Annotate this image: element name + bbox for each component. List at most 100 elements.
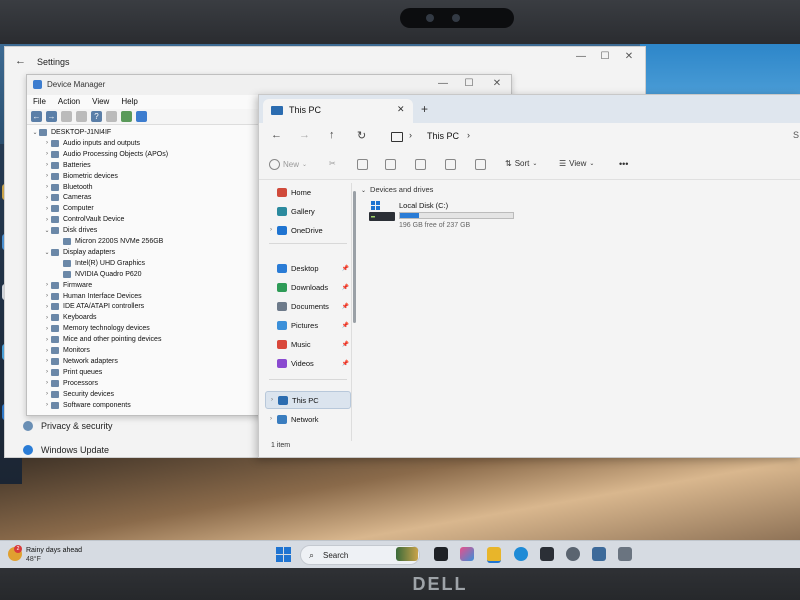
chevron-right-icon[interactable]: › bbox=[43, 348, 51, 354]
tree-category[interactable]: › Keyboards bbox=[43, 312, 96, 323]
menu-help[interactable]: Help bbox=[121, 95, 137, 109]
up-arrow-icon[interactable]: ↑ bbox=[329, 129, 335, 141]
chevron-right-icon[interactable]: › bbox=[43, 326, 51, 332]
maximize-button[interactable]: ☐ bbox=[459, 78, 479, 89]
rename-icon[interactable] bbox=[415, 159, 426, 170]
minimize-button[interactable]: — bbox=[571, 51, 591, 62]
close-button[interactable]: ✕ bbox=[487, 78, 507, 89]
tree-category[interactable]: › Cameras bbox=[43, 192, 91, 203]
refresh-icon[interactable]: ↻ bbox=[357, 129, 366, 142]
chevron-right-icon[interactable]: › bbox=[43, 195, 51, 201]
tree-category[interactable]: › Human Interface Devices bbox=[43, 291, 142, 302]
tree-device[interactable]: Intel(R) UHD Graphics bbox=[55, 258, 145, 269]
paste-icon[interactable] bbox=[385, 159, 396, 170]
maximize-button[interactable]: ☐ bbox=[595, 51, 615, 62]
chevron-right-icon[interactable]: › bbox=[43, 293, 51, 299]
tree-device[interactable]: Micron 2200S NVMe 256GB bbox=[55, 236, 163, 247]
menu-action[interactable]: Action bbox=[58, 95, 80, 109]
tree-category[interactable]: › Audio inputs and outputs bbox=[43, 138, 140, 149]
settings-nav-windows-update[interactable]: Windows Update bbox=[23, 445, 109, 455]
scrollbar[interactable] bbox=[353, 191, 356, 323]
tree-category[interactable]: › Firmware bbox=[43, 280, 92, 291]
drive-item-c[interactable]: Local Disk (C:) 196 GB free of 237 GB bbox=[369, 199, 529, 231]
nav-item-network[interactable]: › Network bbox=[265, 410, 351, 428]
chevron-right-icon[interactable]: › bbox=[43, 337, 51, 343]
pin-icon[interactable]: 📌 bbox=[342, 265, 349, 272]
nav-item-documents[interactable]: Documents 📌 bbox=[265, 297, 351, 315]
section-header[interactable]: ⌄ Devices and drives bbox=[361, 185, 433, 194]
nav-item-desktop[interactable]: Desktop 📌 bbox=[265, 259, 351, 277]
back-arrow-icon[interactable]: ← bbox=[31, 111, 42, 122]
tree-category[interactable]: › Security devices bbox=[43, 389, 114, 400]
chevron-right-icon[interactable]: › bbox=[43, 140, 51, 146]
properties-icon[interactable] bbox=[76, 111, 87, 122]
tree-category[interactable]: › Memory technology devices bbox=[43, 323, 150, 334]
list-icon[interactable] bbox=[106, 111, 117, 122]
tree-root[interactable]: ⌄ DESKTOP-J1NI4IF bbox=[31, 127, 111, 138]
pin-icon[interactable]: 📌 bbox=[342, 360, 349, 367]
chevron-right-icon[interactable]: › bbox=[43, 358, 51, 364]
file-explorer-icon[interactable] bbox=[487, 547, 501, 563]
chevron-down-icon[interactable]: ⌄ bbox=[43, 227, 51, 234]
nav-item-videos[interactable]: Videos 📌 bbox=[265, 354, 351, 372]
nav-item-gallery[interactable]: Gallery bbox=[265, 202, 351, 220]
chevron-right-icon[interactable]: › bbox=[43, 391, 51, 397]
tree-category[interactable]: › Network adapters bbox=[43, 356, 118, 367]
new-tab-button[interactable]: + bbox=[421, 102, 428, 116]
tab-this-pc[interactable]: This PC ✕ bbox=[263, 99, 413, 123]
chevron-right-icon[interactable]: › bbox=[43, 217, 51, 223]
tree-category[interactable]: › Computer bbox=[43, 203, 94, 214]
view-button[interactable]: ☰ View ⌄ bbox=[559, 159, 594, 168]
nav-item-this-pc[interactable]: › This PC bbox=[265, 391, 351, 409]
menu-file[interactable]: File bbox=[33, 95, 46, 109]
pin-icon[interactable]: 📌 bbox=[342, 322, 349, 329]
chevron-right-icon[interactable]: › bbox=[266, 397, 278, 403]
pane-divider[interactable] bbox=[351, 183, 352, 441]
menu-view[interactable]: View bbox=[92, 95, 109, 109]
gear-icon[interactable] bbox=[566, 547, 580, 561]
forward-arrow-icon[interactable]: → bbox=[299, 129, 310, 141]
more-options-button[interactable]: ••• bbox=[619, 159, 628, 169]
chevron-right-icon[interactable]: › bbox=[43, 184, 51, 190]
tree-category[interactable]: › Audio Processing Objects (APOs) bbox=[43, 149, 168, 160]
chevron-right-icon[interactable]: › bbox=[43, 151, 51, 157]
tree-category[interactable]: › IDE ATA/ATAPI controllers bbox=[43, 301, 144, 312]
chevron-down-icon[interactable]: ⌄ bbox=[43, 249, 51, 256]
copilot-icon[interactable] bbox=[460, 547, 474, 561]
tree-device[interactable]: NVIDIA Quadro P620 bbox=[55, 269, 142, 280]
device-manager-titlebar[interactable]: Device Manager — ☐ ✕ bbox=[27, 75, 511, 95]
chevron-right-icon[interactable]: › bbox=[43, 206, 51, 212]
sort-button[interactable]: ⇅ Sort ⌄ bbox=[505, 159, 537, 168]
start-button[interactable] bbox=[276, 547, 292, 563]
store-icon[interactable] bbox=[540, 547, 554, 561]
edge-icon[interactable] bbox=[514, 547, 528, 561]
search-field-edge[interactable]: S bbox=[793, 130, 799, 140]
tree-category[interactable]: › Mice and other pointing devices bbox=[43, 334, 161, 345]
chevron-right-icon[interactable]: › bbox=[43, 304, 51, 310]
chevron-right-icon[interactable]: › bbox=[265, 416, 277, 422]
nav-item-onedrive[interactable]: › OneDrive bbox=[265, 221, 351, 239]
task-view-icon[interactable] bbox=[434, 547, 448, 561]
chevron-right-icon[interactable]: › bbox=[43, 282, 51, 288]
grid-icon[interactable] bbox=[61, 111, 72, 122]
chevron-right-icon[interactable]: › bbox=[43, 380, 51, 386]
address-bar[interactable]: › This PC › bbox=[387, 127, 587, 147]
search-highlight-icon[interactable] bbox=[396, 547, 418, 561]
tree-category[interactable]: › Software components bbox=[43, 400, 131, 411]
help-icon[interactable]: ? bbox=[91, 111, 102, 122]
tree-category[interactable]: ⌄ Disk drives bbox=[43, 225, 97, 236]
tree-category[interactable]: ⌄ Display adapters bbox=[43, 247, 115, 258]
chevron-right-icon[interactable]: › bbox=[43, 369, 51, 375]
pin-icon[interactable]: 📌 bbox=[342, 284, 349, 291]
nav-item-music[interactable]: Music 📌 bbox=[265, 335, 351, 353]
tree-category[interactable]: › Processors bbox=[43, 378, 98, 389]
settings-nav-privacy[interactable]: Privacy & security bbox=[23, 421, 113, 431]
pin-icon[interactable]: 📌 bbox=[342, 341, 349, 348]
chevron-down-icon[interactable]: ⌄ bbox=[31, 129, 39, 136]
new-button[interactable]: New ⌄ bbox=[269, 159, 307, 170]
chevron-right-icon[interactable]: › bbox=[43, 173, 51, 179]
tree-category[interactable]: › Print queues bbox=[43, 367, 102, 378]
chevron-right-icon[interactable]: › bbox=[467, 130, 470, 140]
file-explorer-window[interactable]: This PC ✕ + ← → ↑ ↻ › This PC › S New ⌄ … bbox=[258, 94, 800, 458]
chevron-right-icon[interactable]: › bbox=[43, 315, 51, 321]
